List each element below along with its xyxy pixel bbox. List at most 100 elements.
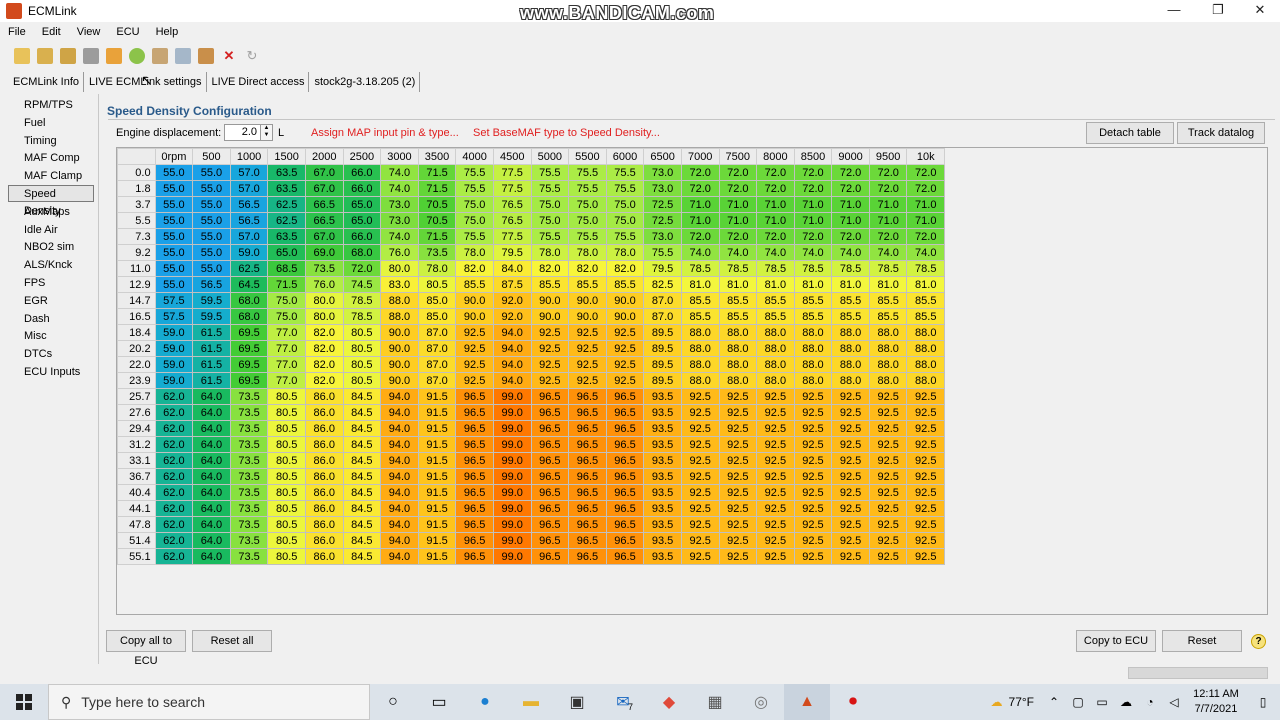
table-cell[interactable]: 89.5 [643, 356, 682, 373]
table-cell[interactable]: 92.5 [680, 388, 720, 405]
table-cell[interactable]: 92.5 [868, 436, 908, 453]
table-cell[interactable]: 63.5 [267, 228, 306, 245]
table-cell[interactable]: 77.0 [267, 372, 306, 389]
table-cell[interactable]: 96.5 [605, 388, 645, 405]
table-cell[interactable]: 93.5 [643, 452, 682, 469]
table-cell[interactable]: 72.0 [680, 164, 720, 181]
table-cell[interactable]: 92.5 [793, 452, 833, 469]
table-cell[interactable]: 84.5 [342, 404, 382, 421]
table-cell[interactable]: 57.0 [229, 180, 269, 197]
table-cell[interactable]: 69.5 [229, 372, 269, 389]
table-cell[interactable]: 59.0 [154, 340, 194, 357]
table-cell[interactable]: 76.5 [492, 196, 532, 213]
horizontal-scrollbar[interactable] [1128, 667, 1268, 679]
table-cell[interactable]: 87.0 [643, 308, 682, 325]
table-cell[interactable]: 92.5 [868, 548, 908, 565]
table-cell[interactable]: 92.5 [680, 452, 720, 469]
table-cell[interactable]: 92.5 [680, 420, 720, 437]
table-cell[interactable]: 90.0 [380, 372, 419, 389]
table-cell[interactable]: 92.5 [530, 340, 570, 357]
table-cell[interactable]: 92.5 [831, 404, 870, 421]
battery-icon[interactable]: ▭ [1090, 695, 1114, 709]
table-cell[interactable]: 76.5 [492, 212, 532, 229]
maximize-button[interactable]: ❐ [1196, 0, 1240, 22]
table-cell[interactable]: 92.5 [680, 436, 720, 453]
table-cell[interactable]: 62.5 [229, 260, 269, 277]
table-cell[interactable]: 64.0 [192, 420, 231, 437]
table-cell[interactable]: 85.5 [568, 276, 607, 293]
table-cell[interactable]: 93.5 [643, 468, 682, 485]
table-cell[interactable]: 83.0 [380, 276, 419, 293]
table-cell[interactable]: 80.0 [380, 260, 419, 277]
table-cell[interactable]: 64.0 [192, 500, 231, 517]
table-cell[interactable]: 92.5 [605, 356, 645, 373]
table-cell[interactable]: 96.5 [530, 500, 570, 517]
tune-icon[interactable] [198, 48, 214, 64]
table-cell[interactable]: 72.0 [718, 228, 758, 245]
table-cell[interactable]: 92.5 [680, 500, 720, 517]
table-cell[interactable]: 96.5 [530, 388, 570, 405]
displacement-spinner[interactable]: ▲ ▼ [260, 124, 273, 141]
table-cell[interactable]: 91.5 [417, 388, 457, 405]
table-cell[interactable]: 55.0 [192, 244, 231, 261]
table-cell[interactable]: 96.5 [530, 404, 570, 421]
table-cell[interactable]: 85.5 [906, 308, 946, 325]
table-cell[interactable]: 92.5 [568, 356, 607, 373]
volume-icon[interactable]: ◁ [1162, 695, 1186, 709]
table-cell[interactable]: 85.5 [906, 292, 946, 309]
copy-to-ecu-button[interactable]: Copy to ECU [1076, 630, 1156, 652]
table-cell[interactable]: 87.0 [417, 324, 457, 341]
table-cell[interactable]: 92.5 [756, 420, 795, 437]
table-cell[interactable]: 88.0 [756, 340, 795, 357]
table-cell[interactable]: 92.5 [680, 548, 720, 565]
table-cell[interactable]: 86.0 [304, 484, 344, 501]
sidebar-item-maf-clamp[interactable]: MAF Clamp [8, 167, 94, 184]
save-as-icon[interactable] [60, 48, 76, 64]
app-icon-generic[interactable]: ◎ [738, 684, 784, 720]
table-cell[interactable]: 62.0 [154, 404, 194, 421]
table-cell[interactable]: 84.0 [492, 260, 532, 277]
table-cell[interactable]: 71.5 [417, 164, 457, 181]
table-cell[interactable]: 96.5 [530, 452, 570, 469]
table-cell[interactable]: 71.5 [417, 180, 457, 197]
anydesk-icon[interactable]: ◆ [646, 684, 692, 720]
table-cell[interactable]: 92.5 [793, 548, 833, 565]
table-cell[interactable]: 88.0 [793, 324, 833, 341]
table-cell[interactable]: 94.0 [380, 500, 419, 517]
table-cell[interactable]: 92.5 [906, 452, 946, 469]
table-cell[interactable]: 85.5 [605, 276, 645, 293]
refresh-icon[interactable] [129, 48, 145, 64]
table-cell[interactable]: 85.5 [831, 308, 870, 325]
table-cell[interactable]: 64.0 [192, 468, 231, 485]
table-cell[interactable]: 99.0 [492, 532, 532, 549]
table-cell[interactable]: 93.5 [643, 420, 682, 437]
edge-icon[interactable]: ● [462, 684, 508, 720]
table-cell[interactable]: 94.0 [492, 324, 532, 341]
table-cell[interactable]: 96.5 [455, 532, 494, 549]
table-cell[interactable]: 82.5 [643, 276, 682, 293]
table-cell[interactable]: 92.5 [831, 548, 870, 565]
table-cell[interactable]: 92.5 [530, 324, 570, 341]
table-cell[interactable]: 88.0 [680, 324, 720, 341]
table-cell[interactable]: 74.0 [793, 244, 833, 261]
table-cell[interactable]: 78.5 [680, 260, 720, 277]
table-cell[interactable]: 92.5 [568, 324, 607, 341]
table-cell[interactable]: 99.0 [492, 404, 532, 421]
table-cell[interactable]: 96.5 [568, 484, 607, 501]
table-cell[interactable]: 92.5 [868, 404, 908, 421]
table-cell[interactable]: 96.5 [568, 532, 607, 549]
table-cell[interactable]: 91.5 [417, 484, 457, 501]
table-cell[interactable]: 96.5 [605, 436, 645, 453]
table-cell[interactable]: 92.5 [455, 356, 494, 373]
assign-map-link[interactable]: Assign MAP input pin & type... [311, 127, 459, 139]
sidebar-item-dash[interactable]: Dash [8, 310, 94, 327]
table-cell[interactable]: 78.5 [831, 260, 870, 277]
table-cell[interactable]: 62.0 [154, 548, 194, 565]
table-cell[interactable]: 90.0 [530, 292, 570, 309]
table-cell[interactable]: 78.5 [342, 292, 382, 309]
table-cell[interactable]: 96.5 [455, 436, 494, 453]
help-icon[interactable]: ? [1251, 634, 1266, 649]
table-cell[interactable]: 57.0 [229, 164, 269, 181]
table-cell[interactable]: 74.5 [342, 276, 382, 293]
table-cell[interactable]: 73.5 [229, 500, 269, 517]
